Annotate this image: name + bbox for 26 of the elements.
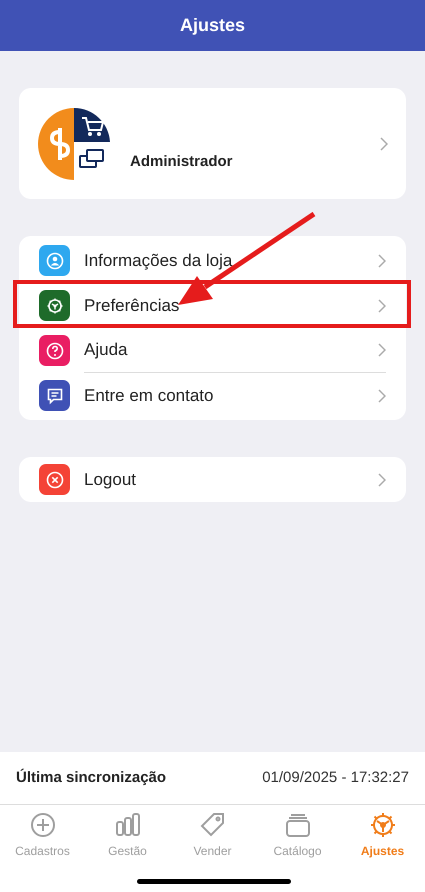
tag-icon xyxy=(198,811,226,839)
profile-card[interactable]: Administrador xyxy=(19,88,406,199)
menu-item[interactable]: Logout xyxy=(19,457,406,502)
chevron-icon xyxy=(380,136,388,150)
sync-label: Última sincronização xyxy=(16,768,166,788)
menu-item[interactable]: Entre em contato xyxy=(19,373,406,418)
menu-label: Logout xyxy=(84,468,137,491)
sync-time: 01/09/2025 - 17:32:27 xyxy=(262,768,409,788)
user-role: Administrador xyxy=(130,152,233,170)
header-title: Ajustes xyxy=(180,14,246,37)
menu-label: Preferências xyxy=(84,294,180,317)
menu-label: Ajuda xyxy=(84,339,128,362)
chevron-icon xyxy=(378,388,386,402)
logo-icon xyxy=(38,108,110,180)
chevron-icon xyxy=(378,254,386,268)
gear-icon xyxy=(368,811,396,839)
chevron-icon xyxy=(378,298,386,312)
menu-item[interactable]: Ajuda xyxy=(19,328,406,373)
plus-icon xyxy=(28,811,56,839)
menu-label: Entre em contato xyxy=(84,384,214,407)
chevron-icon xyxy=(378,343,386,357)
menu-label: Informações da loja xyxy=(84,250,234,272)
stack-icon xyxy=(284,811,312,839)
bar-chart-icon xyxy=(114,811,142,839)
chevron-icon xyxy=(378,472,386,486)
menu-item[interactable]: Informações da loja xyxy=(19,238,406,283)
